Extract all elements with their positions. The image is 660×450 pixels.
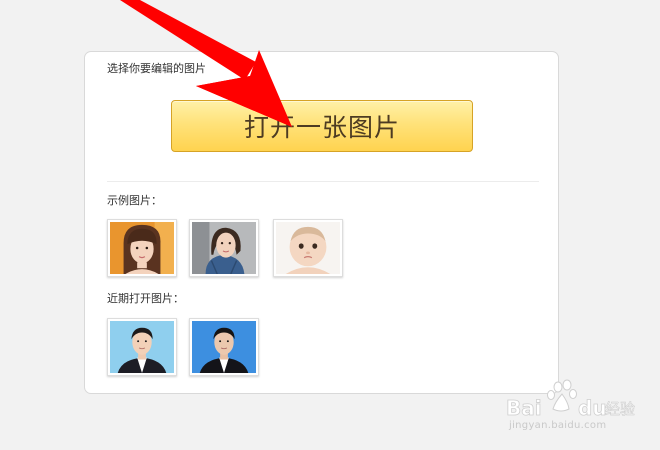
baidu-jingyan-watermark: Bai du 经验 jingyan.baidu.com [503, 378, 653, 438]
example-thumb-woman-bangs[interactable] [107, 219, 177, 277]
open-image-button-label: 打开一张图片 [243, 113, 400, 142]
svg-text:经验: 经验 [605, 400, 635, 418]
divider [107, 181, 539, 182]
recent-thumb-1[interactable] [107, 318, 177, 376]
woman-bangs-portrait-icon [110, 222, 174, 274]
watermark-url: jingyan.baidu.com [509, 420, 607, 431]
woman-denim-jacket-portrait-icon [192, 222, 256, 274]
example-thumb-woman-denim[interactable] [189, 219, 259, 277]
baby-portrait-icon [276, 222, 340, 274]
choose-image-label: 选择你要编辑的图片 [107, 62, 206, 75]
svg-text:du: du [578, 396, 607, 420]
man-id-photo-icon [110, 321, 174, 373]
examples-label: 示例图片： [107, 194, 162, 207]
svg-text:Bai: Bai [506, 396, 542, 420]
recent-thumb-2[interactable] [189, 318, 259, 376]
man-id-photo-blue-icon [192, 321, 256, 373]
open-image-button[interactable]: 打开一张图片 [171, 100, 473, 152]
open-image-panel: 选择你要编辑的图片 打开一张图片 示例图片： 近期打开图片： [84, 51, 559, 394]
recent-label: 近期打开图片： [107, 292, 184, 305]
example-thumb-baby[interactable] [273, 219, 343, 277]
